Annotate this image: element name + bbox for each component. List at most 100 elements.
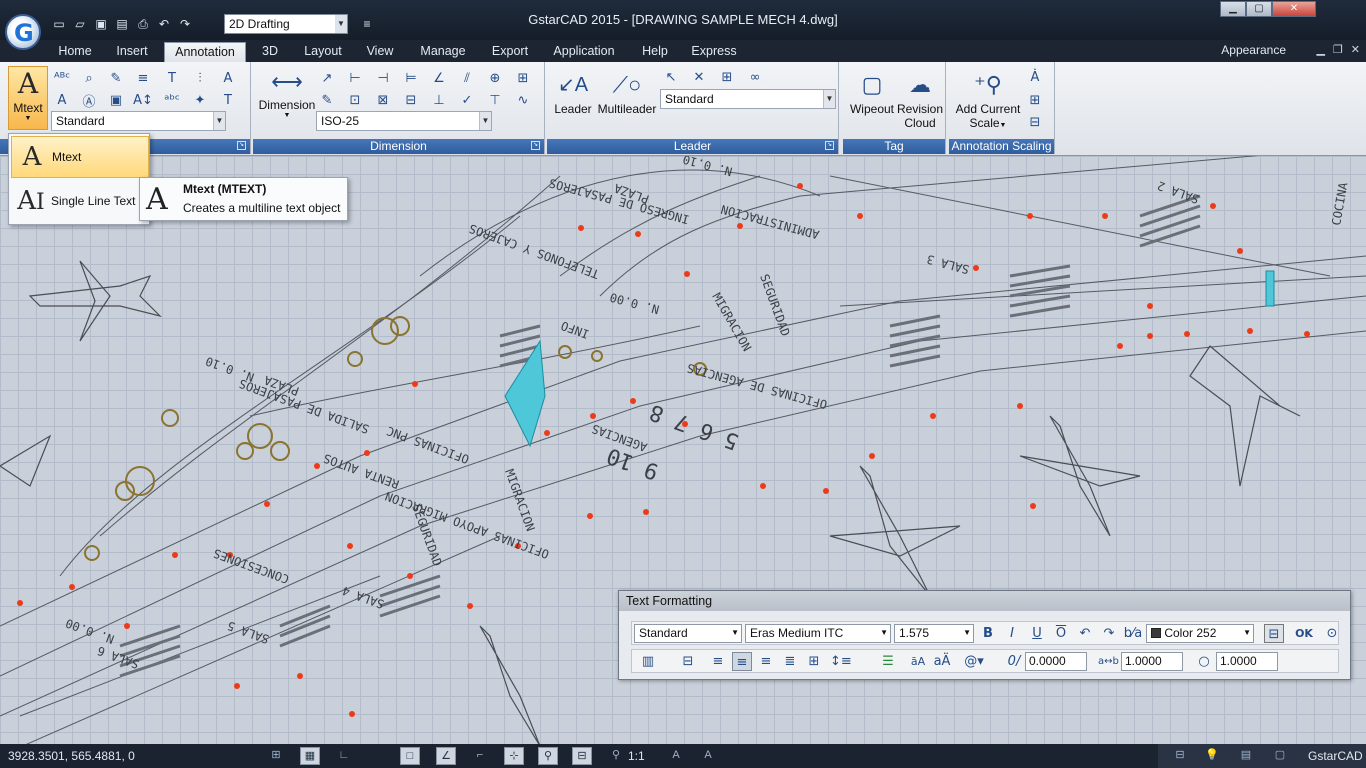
oblique-dim-icon[interactable]: ⫽	[457, 68, 477, 88]
text-to-mtext-icon[interactable]: T	[162, 68, 182, 88]
clean-screen-icon[interactable]: ▢	[1270, 747, 1290, 765]
italic-icon[interactable]: I	[1002, 624, 1022, 643]
dim-jog-icon[interactable]: ⊥	[429, 90, 449, 110]
tab-insert[interactable]: Insert	[108, 42, 156, 62]
lowercase-icon[interactable]: aÄ	[932, 652, 952, 671]
tab-3d[interactable]: 3D	[254, 42, 286, 62]
monitor-icon[interactable]: ▤	[1236, 747, 1256, 765]
width-factor-input[interactable]: 1.0000	[1216, 652, 1278, 671]
align-right-icon[interactable]: ≡	[756, 652, 776, 671]
text-frame-icon[interactable]: Ⓐ	[79, 90, 99, 110]
tab-express[interactable]: Express	[686, 42, 742, 62]
dialog-launcher-icon[interactable]: ↘	[237, 141, 246, 150]
dynamic-input-icon[interactable]: ⚲	[538, 747, 558, 765]
sync-scale-icon[interactable]: ⊟	[1025, 112, 1045, 132]
minimize-button[interactable]: ▁	[1220, 1, 1246, 17]
redo-icon[interactable]: ↷	[1099, 624, 1119, 643]
menu-item-mtext[interactable]: A Mtext	[11, 136, 149, 178]
osnap-icon[interactable]: ∠	[436, 747, 456, 765]
change-case-icon[interactable]: ᵃᵇᶜ	[162, 90, 182, 110]
minimize-ribbon-icon[interactable]: ▁	[1316, 43, 1324, 56]
snap-icon[interactable]: ⊞	[266, 747, 286, 765]
dim-style-combo[interactable]: ISO-25 ▼	[316, 111, 492, 131]
undo-icon[interactable]: ↶	[1075, 624, 1095, 643]
text-align-icon[interactable]: ≡	[133, 68, 153, 88]
multileader-button[interactable]: ⟋○ Multileader	[597, 68, 657, 116]
options-icon[interactable]: ⊙	[1322, 624, 1342, 643]
symbol-icon[interactable]: @▾	[964, 652, 984, 671]
text-height-select[interactable]: 1.575 ▼	[894, 624, 974, 643]
dim-edit-icon[interactable]: ✎	[317, 90, 337, 110]
collect-leader-icon[interactable]: ∞	[745, 67, 765, 87]
redo-icon[interactable]: ↷	[176, 15, 194, 33]
justify-icon[interactable]: ≣	[780, 652, 800, 671]
print-icon[interactable]: ⎙	[134, 15, 152, 33]
explode-text-icon[interactable]: ✦	[190, 90, 210, 110]
uppercase-icon[interactable]: āA	[908, 652, 928, 671]
add-current-scale-button[interactable]: ⁺⚲ Add Current Scale▼	[953, 68, 1023, 130]
overline-icon[interactable]: O	[1051, 624, 1071, 643]
add-leader-icon[interactable]: ↖	[661, 67, 681, 87]
otrack-icon[interactable]: ⌐	[470, 747, 490, 765]
tab-view[interactable]: View	[360, 42, 400, 62]
workspace-select[interactable]: 2D Drafting ▼	[224, 14, 348, 34]
tracking-input[interactable]: 1.0000	[1121, 652, 1183, 671]
bold-icon[interactable]: B	[978, 624, 998, 643]
annotation-visibility-icon[interactable]: A	[666, 747, 686, 765]
new-file-icon[interactable]: ▭	[50, 15, 68, 33]
lineweight-icon[interactable]: ⊟	[572, 747, 592, 765]
annotation-scale-icon[interactable]: ⚲	[606, 747, 626, 765]
wipeout-button[interactable]: ▢ Wipeout	[847, 68, 897, 116]
columns-icon[interactable]: ▥	[638, 652, 658, 671]
dialog-launcher-icon[interactable]: ↘	[825, 141, 834, 150]
baseline-dim-icon[interactable]: ⊢	[345, 68, 365, 88]
align-left-icon[interactable]: ≡	[708, 652, 728, 671]
oblique-angle-input[interactable]: 0.0000	[1025, 652, 1087, 671]
leader-button[interactable]: ↙A Leader	[553, 68, 593, 116]
line-spacing-icon[interactable]: ↕≡	[830, 652, 852, 671]
tab-application[interactable]: Application	[546, 42, 622, 62]
dimension-button[interactable]: ⟷ Dimension ▼	[257, 66, 317, 119]
text-fit-icon[interactable]: A	[218, 68, 238, 88]
ok-button[interactable]: OK	[1294, 624, 1314, 643]
ruler-icon[interactable]: ⊟	[1264, 624, 1284, 643]
dim-check-icon[interactable]: ✓	[457, 90, 477, 110]
arc-text-icon[interactable]: A	[52, 90, 72, 110]
text-style-select[interactable]: Standard ▼	[634, 624, 742, 643]
tolerance-icon[interactable]: ⊞	[513, 68, 533, 88]
customize-toolbar-icon[interactable]: ≡	[358, 15, 376, 33]
continue-dim-icon[interactable]: ⊣	[373, 68, 393, 88]
grid-icon[interactable]: ▦	[300, 747, 320, 765]
tab-layout[interactable]: Layout	[296, 42, 350, 62]
remove-leader-icon[interactable]: ✕	[689, 67, 709, 87]
quick-dim-icon[interactable]: ⊨	[401, 68, 421, 88]
justify-text-icon[interactable]: ⫶	[190, 68, 210, 88]
text-formatting-toolbar[interactable]: Text Formatting Standard ▼ Eras Medium IT…	[618, 590, 1351, 680]
open-folder-icon[interactable]: ▱	[71, 15, 89, 33]
dialog-launcher-icon[interactable]: ↘	[531, 141, 540, 150]
tab-manage[interactable]: Manage	[412, 42, 474, 62]
mtext-button[interactable]: A Mtext ▼	[8, 66, 48, 130]
appearance-menu[interactable]: Appearance	[1221, 43, 1286, 57]
dim-arrange-icon[interactable]: ⊟	[401, 90, 421, 110]
align-center-icon[interactable]: ≡	[732, 652, 752, 671]
tab-help[interactable]: Help	[634, 42, 676, 62]
menu-item-single-line-text[interactable]: AI Single Line Text	[11, 180, 149, 222]
ortho-icon[interactable]: ∟	[334, 747, 354, 765]
angular-dim-icon[interactable]: ∠	[429, 68, 449, 88]
scale-list-icon[interactable]: Ȧ	[1025, 67, 1045, 87]
tab-export[interactable]: Export	[484, 42, 536, 62]
annotation-scale-value[interactable]: 1:1	[628, 749, 645, 763]
revision-cloud-button[interactable]: ☁ Revision Cloud	[895, 68, 945, 130]
restore-icon[interactable]: ❐	[1333, 43, 1343, 56]
underline-icon[interactable]: U	[1027, 624, 1047, 643]
dim-break-icon[interactable]: ⊡	[345, 90, 365, 110]
center-mark-icon[interactable]: ⊕	[485, 68, 505, 88]
distribute-icon[interactable]: ⊞	[804, 652, 824, 671]
find-text-icon[interactable]: ⌕	[79, 68, 99, 88]
close-button[interactable]: ✕	[1272, 1, 1316, 17]
spell-check-icon[interactable]: ᴬᴮᶜ	[52, 68, 72, 88]
dim-reassociate-icon[interactable]: ∿	[513, 90, 533, 110]
add-delete-scales-icon[interactable]: ⊞	[1025, 90, 1045, 110]
tab-home[interactable]: Home	[52, 42, 98, 62]
